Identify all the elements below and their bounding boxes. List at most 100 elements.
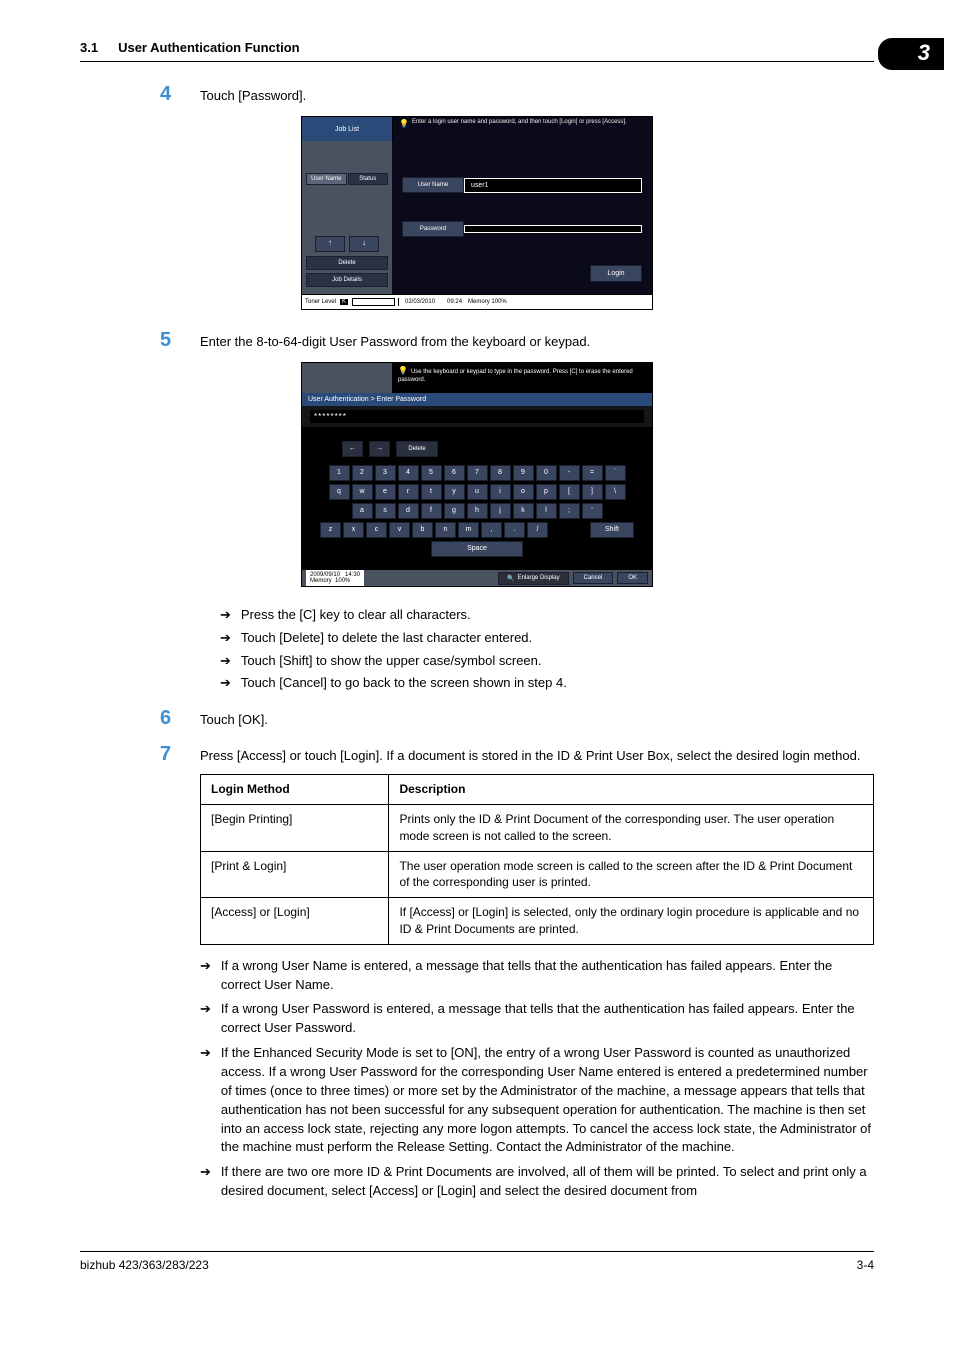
password-input-display: ******** bbox=[310, 410, 644, 423]
space-key[interactable]: Space bbox=[431, 541, 523, 557]
step-number: 5 bbox=[160, 328, 200, 352]
cancel-button[interactable]: Cancel bbox=[573, 572, 614, 584]
keyboard-key[interactable]: u bbox=[467, 484, 488, 500]
keyboard-key[interactable]: , bbox=[481, 522, 502, 538]
keyboard-row-2: qwertyuiop[]\ bbox=[312, 484, 642, 500]
login-button[interactable]: Login bbox=[590, 265, 642, 282]
keyboard-key[interactable]: e bbox=[375, 484, 396, 500]
keyboard-key[interactable]: = bbox=[582, 465, 603, 481]
keyboard-key[interactable]: b bbox=[412, 522, 433, 538]
keyboard-key[interactable]: i bbox=[490, 484, 511, 500]
table-body: [Begin Printing]Prints only the ID & Pri… bbox=[201, 804, 874, 944]
keyboard-key[interactable]: 9 bbox=[513, 465, 534, 481]
keyboard-key[interactable]: d bbox=[398, 503, 419, 519]
kb-mem-value: 100% bbox=[335, 578, 350, 584]
keyboard-key[interactable]: ] bbox=[582, 484, 603, 500]
keyboard-key[interactable]: p bbox=[536, 484, 557, 500]
keyboard-key[interactable]: - bbox=[559, 465, 580, 481]
keyboard-key[interactable]: n bbox=[435, 522, 456, 538]
keyboard-key[interactable]: t bbox=[421, 484, 442, 500]
keyboard-key[interactable]: z bbox=[320, 522, 341, 538]
keyboard-key[interactable]: j bbox=[490, 503, 511, 519]
keyboard-row-3: asdfghjkl;' bbox=[312, 503, 642, 519]
step-number: 7 bbox=[160, 742, 200, 766]
arrow-icon: ➔ bbox=[220, 628, 231, 649]
keyboard-key[interactable]: v bbox=[389, 522, 410, 538]
keyboard-key[interactable]: ; bbox=[559, 503, 580, 519]
toner-text: Toner Level bbox=[305, 299, 336, 305]
keyboard-key[interactable]: l bbox=[536, 503, 557, 519]
keyboard-key[interactable]: c bbox=[366, 522, 387, 538]
keyboard-key[interactable]: g bbox=[444, 503, 465, 519]
ok-button[interactable]: OK bbox=[617, 572, 648, 584]
keyboard-key[interactable]: q bbox=[329, 484, 350, 500]
footer-date: 02/03/2010 bbox=[399, 299, 441, 305]
keyboard-key[interactable]: . bbox=[504, 522, 525, 538]
cursor-right-key[interactable]: → bbox=[369, 441, 390, 457]
keyboard-key[interactable]: w bbox=[352, 484, 373, 500]
arrow-icon: ➔ bbox=[200, 1000, 211, 1038]
bullet-text: Touch [Cancel] to go back to the screen … bbox=[241, 673, 567, 694]
keyboard-key[interactable]: r bbox=[398, 484, 419, 500]
shift-key[interactable]: Shift bbox=[590, 522, 634, 538]
keyboard-row-1: 1234567890-=` bbox=[312, 465, 642, 481]
breadcrumb: User Authentication > Enter Password bbox=[302, 393, 652, 406]
keyboard-key[interactable]: ' bbox=[582, 503, 603, 519]
chapter-badge: 3 bbox=[878, 38, 944, 70]
cell-method: [Access] or [Login] bbox=[201, 898, 389, 945]
keyboard-key[interactable]: h bbox=[467, 503, 488, 519]
arrow-icon: ➔ bbox=[220, 651, 231, 672]
bullet-text: If the Enhanced Security Mode is set to … bbox=[221, 1044, 874, 1157]
step-number: 4 bbox=[160, 82, 200, 106]
delete-button[interactable]: Delete bbox=[306, 256, 388, 270]
keyboard-key[interactable]: 6 bbox=[444, 465, 465, 481]
keyboard-key[interactable]: 3 bbox=[375, 465, 396, 481]
table-row: [Print & Login]The user operation mode s… bbox=[201, 851, 874, 898]
keyboard-key[interactable]: 0 bbox=[536, 465, 557, 481]
cell-desc: The user operation mode screen is called… bbox=[389, 851, 874, 898]
login-hint: 💡 Enter a login user name and password, … bbox=[393, 117, 652, 141]
job-list-tab[interactable]: Job List bbox=[302, 117, 393, 141]
down-arrow-button[interactable]: ↓ bbox=[349, 236, 379, 252]
keyboard-key[interactable]: ` bbox=[605, 465, 626, 481]
user-name-tab[interactable]: User Name bbox=[306, 173, 347, 185]
keyboard-key[interactable]: 2 bbox=[352, 465, 373, 481]
keyboard-key[interactable]: k bbox=[513, 503, 534, 519]
job-details-button[interactable]: Job Details bbox=[306, 273, 388, 287]
up-arrow-button[interactable]: ↑ bbox=[315, 236, 345, 252]
footer-page: 3-4 bbox=[857, 1258, 874, 1272]
keyboard-key[interactable]: 7 bbox=[467, 465, 488, 481]
cursor-left-key[interactable]: ← bbox=[342, 441, 363, 457]
page-header: 3.1 User Authentication Function 3 bbox=[80, 40, 874, 62]
keyboard-key[interactable]: s bbox=[375, 503, 396, 519]
keyboard-key[interactable]: 1 bbox=[329, 465, 350, 481]
keyboard-key[interactable]: 8 bbox=[490, 465, 511, 481]
keyboard-key[interactable]: 5 bbox=[421, 465, 442, 481]
bullet-text: If there are two ore more ID & Print Doc… bbox=[221, 1163, 874, 1201]
bullet-item: ➔Press the [C] key to clear all characte… bbox=[220, 605, 874, 626]
keyboard-key[interactable]: / bbox=[527, 522, 548, 538]
keyboard-key[interactable]: x bbox=[343, 522, 364, 538]
keyboard-key[interactable]: m bbox=[458, 522, 479, 538]
keyboard-key[interactable]: o bbox=[513, 484, 534, 500]
bullet-item: ➔If the Enhanced Security Mode is set to… bbox=[200, 1044, 874, 1157]
keyboard-hint: 💡Use the keyboard or keypad to type in t… bbox=[392, 363, 652, 393]
delete-key[interactable]: Delete bbox=[396, 441, 438, 457]
enlarge-display-button[interactable]: 🔍 Enlarge Display bbox=[498, 572, 569, 585]
keyboard-key[interactable]: 4 bbox=[398, 465, 419, 481]
keyboard-key[interactable]: a bbox=[352, 503, 373, 519]
keyboard-key[interactable]: \ bbox=[605, 484, 626, 500]
step-text: Touch [OK]. bbox=[200, 706, 268, 730]
bullet-text: Touch [Shift] to show the upper case/sym… bbox=[241, 651, 542, 672]
user-name-button[interactable]: User Name bbox=[402, 177, 464, 193]
bullet-list-after-step5: ➔Press the [C] key to clear all characte… bbox=[220, 605, 874, 694]
bullet-item: ➔If there are two ore more ID & Print Do… bbox=[200, 1163, 874, 1201]
keyboard-key[interactable]: f bbox=[421, 503, 442, 519]
keyboard-key[interactable]: [ bbox=[559, 484, 580, 500]
toner-k-indicator: K bbox=[340, 299, 348, 305]
status-tab[interactable]: Status bbox=[348, 173, 389, 185]
password-button[interactable]: Password bbox=[402, 221, 464, 237]
keyboard-key[interactable]: y bbox=[444, 484, 465, 500]
login-screenshot: Job List 💡 Enter a login user name and p… bbox=[301, 116, 653, 310]
kb-hint-text: Use the keyboard or keypad to type in th… bbox=[398, 369, 633, 383]
